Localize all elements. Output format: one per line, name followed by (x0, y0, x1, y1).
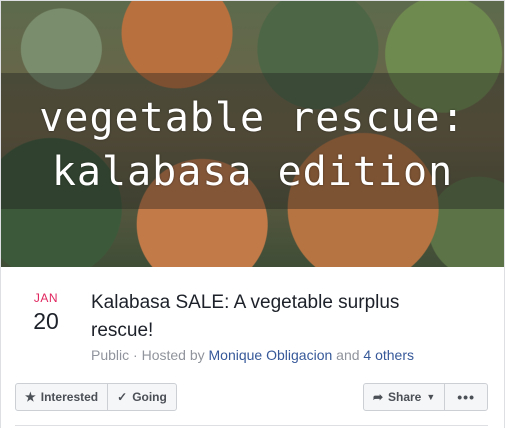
interested-label: Interested (40, 390, 99, 404)
going-button[interactable]: ✓ Going (107, 384, 176, 410)
event-cover-photo[interactable]: vegetable rescue: kalabasa edition (1, 1, 504, 267)
card-divider (15, 425, 488, 426)
hosted-by-label: · Hosted by (133, 347, 205, 363)
check-icon: ✓ (117, 390, 128, 404)
cover-text-line-2: kalabasa edition (51, 149, 454, 195)
and-label: and (336, 347, 360, 363)
event-day: 20 (33, 308, 59, 334)
rsvp-button-group: ★ Interested ✓ Going (15, 383, 177, 411)
event-privacy: Public (91, 347, 130, 363)
event-info: JAN 20 Kalabasa SALE: A vegetable surplu… (1, 267, 504, 377)
share-button-group: ➦ Share ▼ ••• (362, 383, 488, 411)
event-actions: ★ Interested ✓ Going ➦ Share ▼ ••• (15, 383, 488, 411)
host-link[interactable]: Monique Obligacion (209, 347, 333, 363)
other-hosts-link[interactable]: 4 others (363, 347, 414, 363)
star-icon: ★ (25, 390, 36, 404)
event-meta: Public · Hosted by Monique Obligacion an… (91, 347, 414, 363)
event-card: vegetable rescue: kalabasa edition JAN 2… (0, 0, 505, 428)
event-month: JAN (33, 291, 59, 305)
event-date: JAN 20 (19, 291, 73, 335)
going-label: Going (132, 390, 167, 404)
share-label: Share (388, 390, 422, 404)
event-title[interactable]: Kalabasa SALE: A vegetable surplus rescu… (91, 289, 431, 345)
interested-button[interactable]: ★ Interested (16, 384, 107, 410)
more-options-button[interactable]: ••• (444, 384, 487, 410)
cover-text-line-1: vegetable rescue: (39, 95, 466, 141)
caret-down-icon: ▼ (426, 392, 436, 402)
share-arrow-icon: ➦ (372, 390, 383, 404)
share-button[interactable]: ➦ Share ▼ (364, 384, 444, 410)
